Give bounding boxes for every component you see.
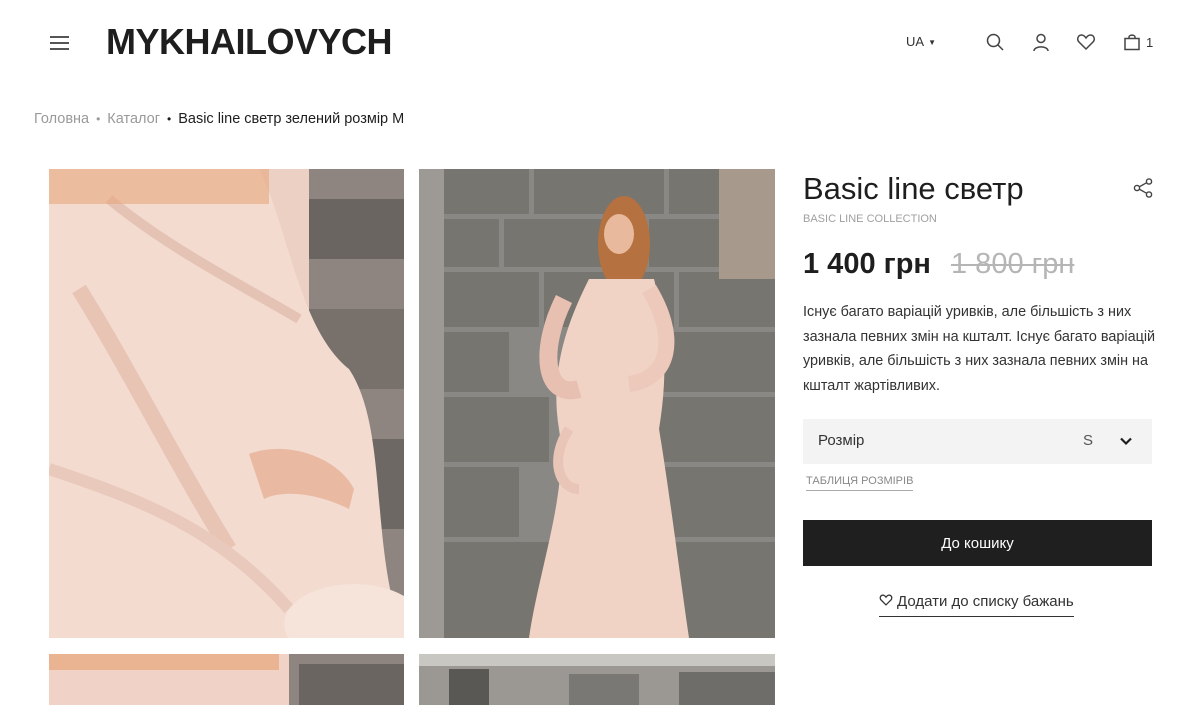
breadcrumb-separator: • <box>167 112 172 126</box>
size-select-label: Розмір <box>818 432 865 449</box>
share-icon[interactable] <box>1132 177 1154 199</box>
wishlist-label: Додати до списку бажань <box>897 593 1074 610</box>
bag-icon[interactable] <box>1122 32 1142 52</box>
old-price: 1 800 грн <box>951 248 1075 280</box>
product-title: Basic line светр <box>803 171 1024 206</box>
heart-icon <box>879 594 893 606</box>
current-price: 1 400 грн <box>803 248 931 280</box>
heart-icon[interactable] <box>1076 32 1096 52</box>
search-icon[interactable] <box>985 32 1005 52</box>
breadcrumb-current: Basic line светр зелений розмір M <box>178 111 405 127</box>
user-icon[interactable] <box>1031 32 1051 52</box>
size-select[interactable]: Розмір S <box>803 419 1152 464</box>
size-table-link[interactable]: ТАБЛИЦЯ РОЗМІРІВ <box>806 474 914 491</box>
breadcrumb-catalog[interactable]: Каталог <box>107 111 160 127</box>
product-image-3[interactable] <box>49 654 404 705</box>
chevron-down-icon <box>1117 432 1135 450</box>
language-label: UA <box>906 34 925 49</box>
language-selector[interactable]: UA ▼ <box>906 34 936 51</box>
product-image-2[interactable] <box>419 169 775 638</box>
add-to-wishlist-link[interactable]: Додати до списку бажань <box>879 592 1074 617</box>
breadcrumb: Головна • Каталог • Basic line светр зелений… <box>34 110 404 128</box>
caret-down-icon: ▼ <box>928 37 936 47</box>
add-to-cart-button[interactable]: До кошику <box>803 520 1152 566</box>
product-description: Існує багато варіацій уривків, але більш… <box>803 304 1156 394</box>
breadcrumb-home[interactable]: Головна <box>34 111 89 127</box>
product-image-4[interactable] <box>419 654 775 705</box>
product-image-1[interactable] <box>49 169 404 638</box>
collection-label: BASIC LINE COLLECTION <box>803 213 937 225</box>
logo[interactable]: MYKHAILOVYCH <box>106 22 393 62</box>
size-select-value: S <box>1083 432 1094 449</box>
menu-icon[interactable] <box>50 35 70 51</box>
breadcrumb-separator: • <box>96 112 101 126</box>
cart-count: 1 <box>1146 35 1154 50</box>
